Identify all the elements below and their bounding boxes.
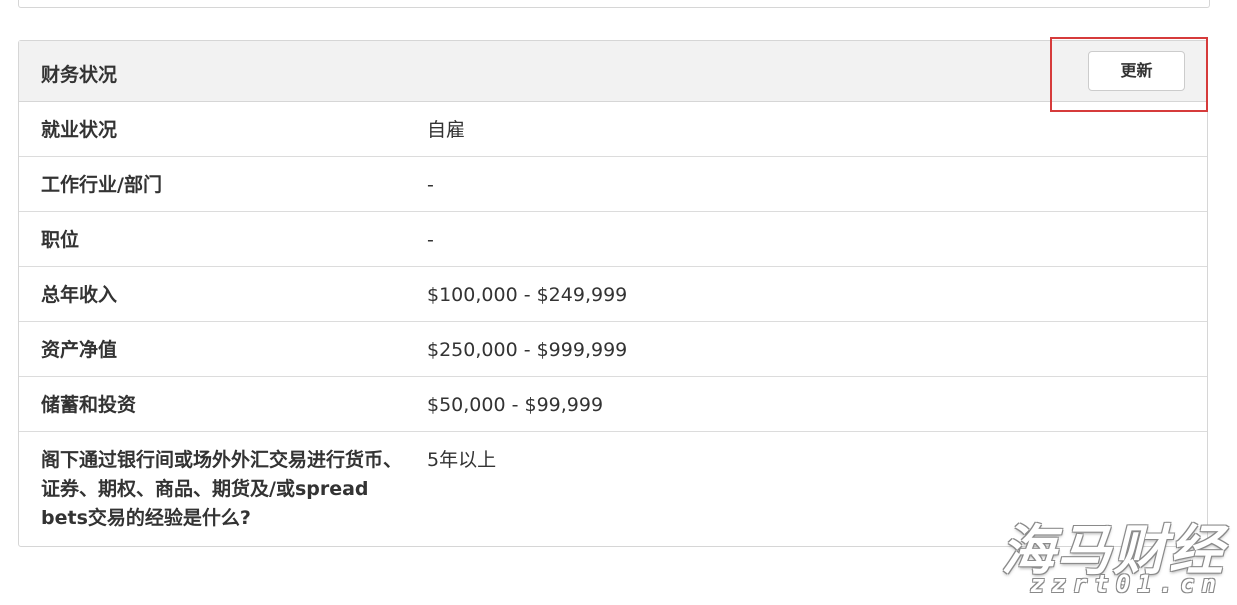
panel-title: 财务状况 [41,64,118,86]
row-label: 就业状况 [41,119,118,141]
row-position: 职位 - [19,212,1207,267]
row-net-worth: 资产净值 $250,000 - $999,999 [19,322,1207,377]
row-label: 工作行业/部门 [41,174,162,196]
row-value: $50,000 - $99,999 [427,394,604,416]
row-value: $100,000 - $249,999 [427,284,628,306]
update-button[interactable]: 更新 [1088,51,1185,91]
row-value: - [427,174,434,196]
row-employment-status: 就业状况 自雇 [19,102,1207,157]
row-value: 5年以上 [427,449,497,471]
previous-panel-bottom [18,0,1210,8]
row-savings-investments: 储蓄和投资 $50,000 - $99,999 [19,377,1207,432]
row-annual-income: 总年收入 $100,000 - $249,999 [19,267,1207,322]
row-trading-experience: 阁下通过银行间或场外外汇交易进行货币、证券、期权、商品、期货及/或spread … [19,432,1207,546]
row-value: 自雇 [427,119,466,141]
row-label: 阁下通过银行间或场外外汇交易进行货币、证券、期权、商品、期货及/或spread … [41,449,403,529]
watermark-url: zzrt01.cn [1029,570,1223,598]
row-value: $250,000 - $999,999 [427,339,628,361]
row-value: - [427,229,434,251]
row-label: 资产净值 [41,339,118,361]
financial-status-panel: 财务状况 更新 就业状况 自雇 工作行业/部门 - 职位 - 总年收入 $100… [18,40,1208,547]
row-label: 储蓄和投资 [41,394,137,416]
row-label: 总年收入 [41,284,118,306]
row-label: 职位 [41,229,80,251]
row-industry: 工作行业/部门 - [19,157,1207,212]
panel-header: 财务状况 更新 [19,41,1207,102]
